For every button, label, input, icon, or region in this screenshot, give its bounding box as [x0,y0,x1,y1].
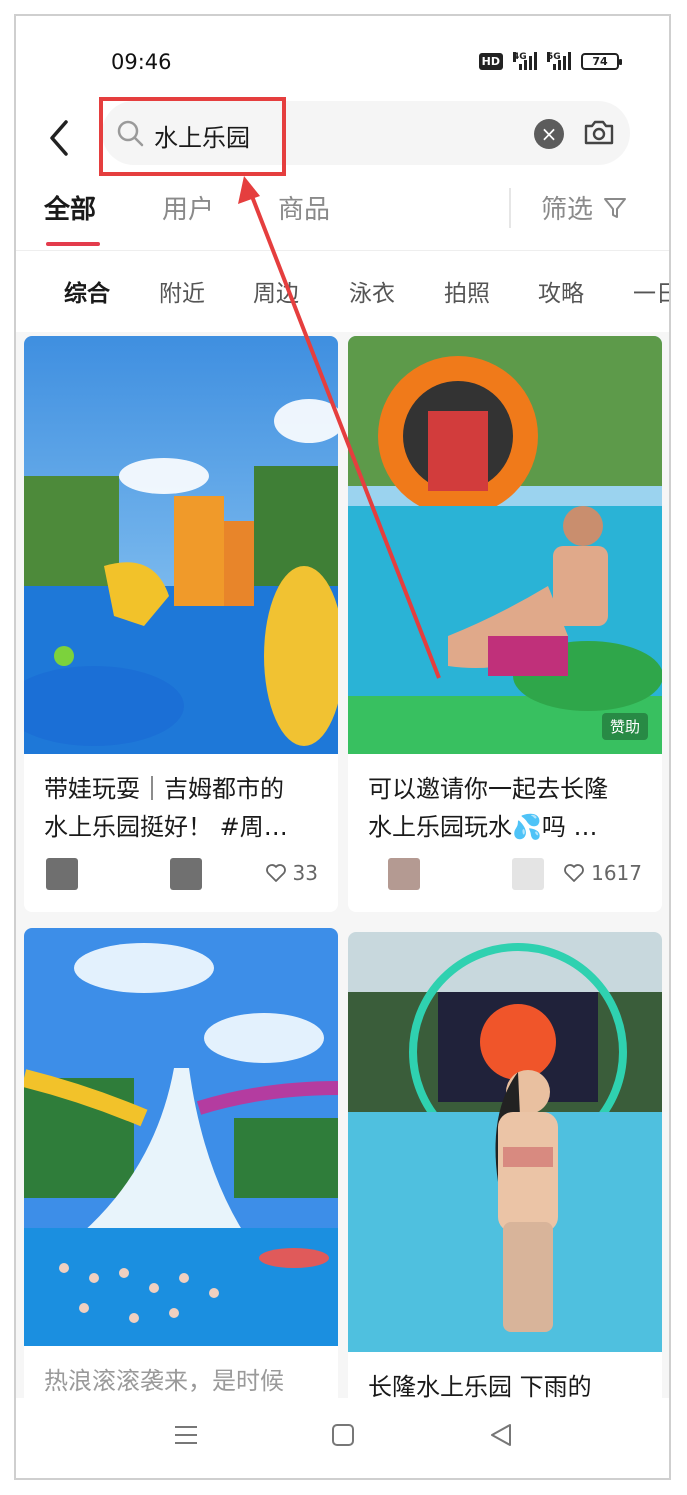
annotation-highlight-box [99,97,286,176]
note-meta: 1617 [368,858,642,892]
subtab-guide[interactable]: 攻略 [538,274,584,308]
avatar[interactable] [388,858,420,890]
avatar[interactable] [46,858,78,890]
status-icons: HD 4G 5G 74 [478,52,622,70]
back-nav-icon[interactable] [486,1420,516,1450]
tab-all[interactable]: 全部 [44,189,96,226]
subtab-photo[interactable]: 拍照 [444,274,490,308]
note-cover-image [24,336,338,754]
hd-badge: HD [478,52,503,70]
note-cover-image [24,928,338,1346]
status-bar: 09:46 HD 4G 5G 74 [16,16,669,94]
sub-tabs: 综合 附近 周边 泳衣 拍照 攻略 一日 [16,266,669,330]
note-cover-image: 赞助 [348,336,662,754]
note-card[interactable]: 长隆水上乐园 下雨的 [348,932,662,1408]
subtab-surrounding[interactable]: 周边 [253,274,299,308]
heart-icon [564,864,584,882]
signal-4g-icon: 4G [513,52,537,70]
signal-5g-icon: 5G [547,52,571,70]
note-card[interactable]: 带娃玩耍｜吉姆都市的 水上乐园挺好！ #周… 33 [24,336,338,912]
back-icon[interactable] [46,118,76,158]
like-count: 1617 [591,861,642,885]
tab-products[interactable]: 商品 [278,189,330,226]
note-card[interactable]: 热浪滚滚袭来，是时候 [24,928,338,1408]
net-5g-label: 5G [547,52,561,62]
note-title: 可以邀请你一起去长隆 水上乐园玩水💦吗 … [368,775,608,841]
author-avatar-blurred [512,858,544,890]
camera-icon[interactable] [582,117,616,147]
tab-users[interactable]: 用户 [162,189,214,226]
menu-icon[interactable] [171,1420,201,1450]
tab-underline [46,242,100,246]
note-meta: 33 [44,858,318,892]
subtab-swimsuit[interactable]: 泳衣 [349,274,395,308]
author-avatar-blurred [170,858,202,890]
system-nav-bar [16,1398,669,1478]
filter-icon [604,197,627,218]
like-count: 33 [292,861,318,885]
battery-icon: 74 [581,52,622,70]
result-tabs: 全部 用户 商品 筛选 [16,174,669,251]
like-button[interactable]: 1617 [563,861,642,885]
tab-divider [509,188,511,228]
subtab-nearby[interactable]: 附近 [159,274,205,308]
status-time: 09:46 [111,50,172,74]
note-title: 带娃玩耍｜吉姆都市的 水上乐园挺好！ #周… [44,775,288,841]
note-card[interactable]: 赞助 可以邀请你一起去长隆 水上乐园玩水💦吗 … 1617 [348,336,662,912]
home-icon[interactable] [328,1420,358,1450]
subtab-one-day[interactable]: 一日 [633,274,669,308]
note-title: 热浪滚滚袭来，是时候 [44,1367,284,1395]
net-4g-label: 4G [513,52,527,62]
like-button[interactable]: 33 [265,861,318,885]
sponsor-tag: 赞助 [601,713,648,740]
heart-icon [265,864,286,882]
note-cover-image [348,932,662,1352]
clear-icon[interactable]: × [534,119,564,149]
filter-label: 筛选 [541,195,594,225]
phone-screen: 09:46 HD 4G 5G 74 水上乐园 × 全部 用户 商品 筛选 综合 … [14,14,671,1480]
subtab-comprehensive[interactable]: 综合 [64,274,110,308]
filter-button[interactable]: 筛选 [541,189,627,226]
search-header: 水上乐园 × [16,94,669,176]
